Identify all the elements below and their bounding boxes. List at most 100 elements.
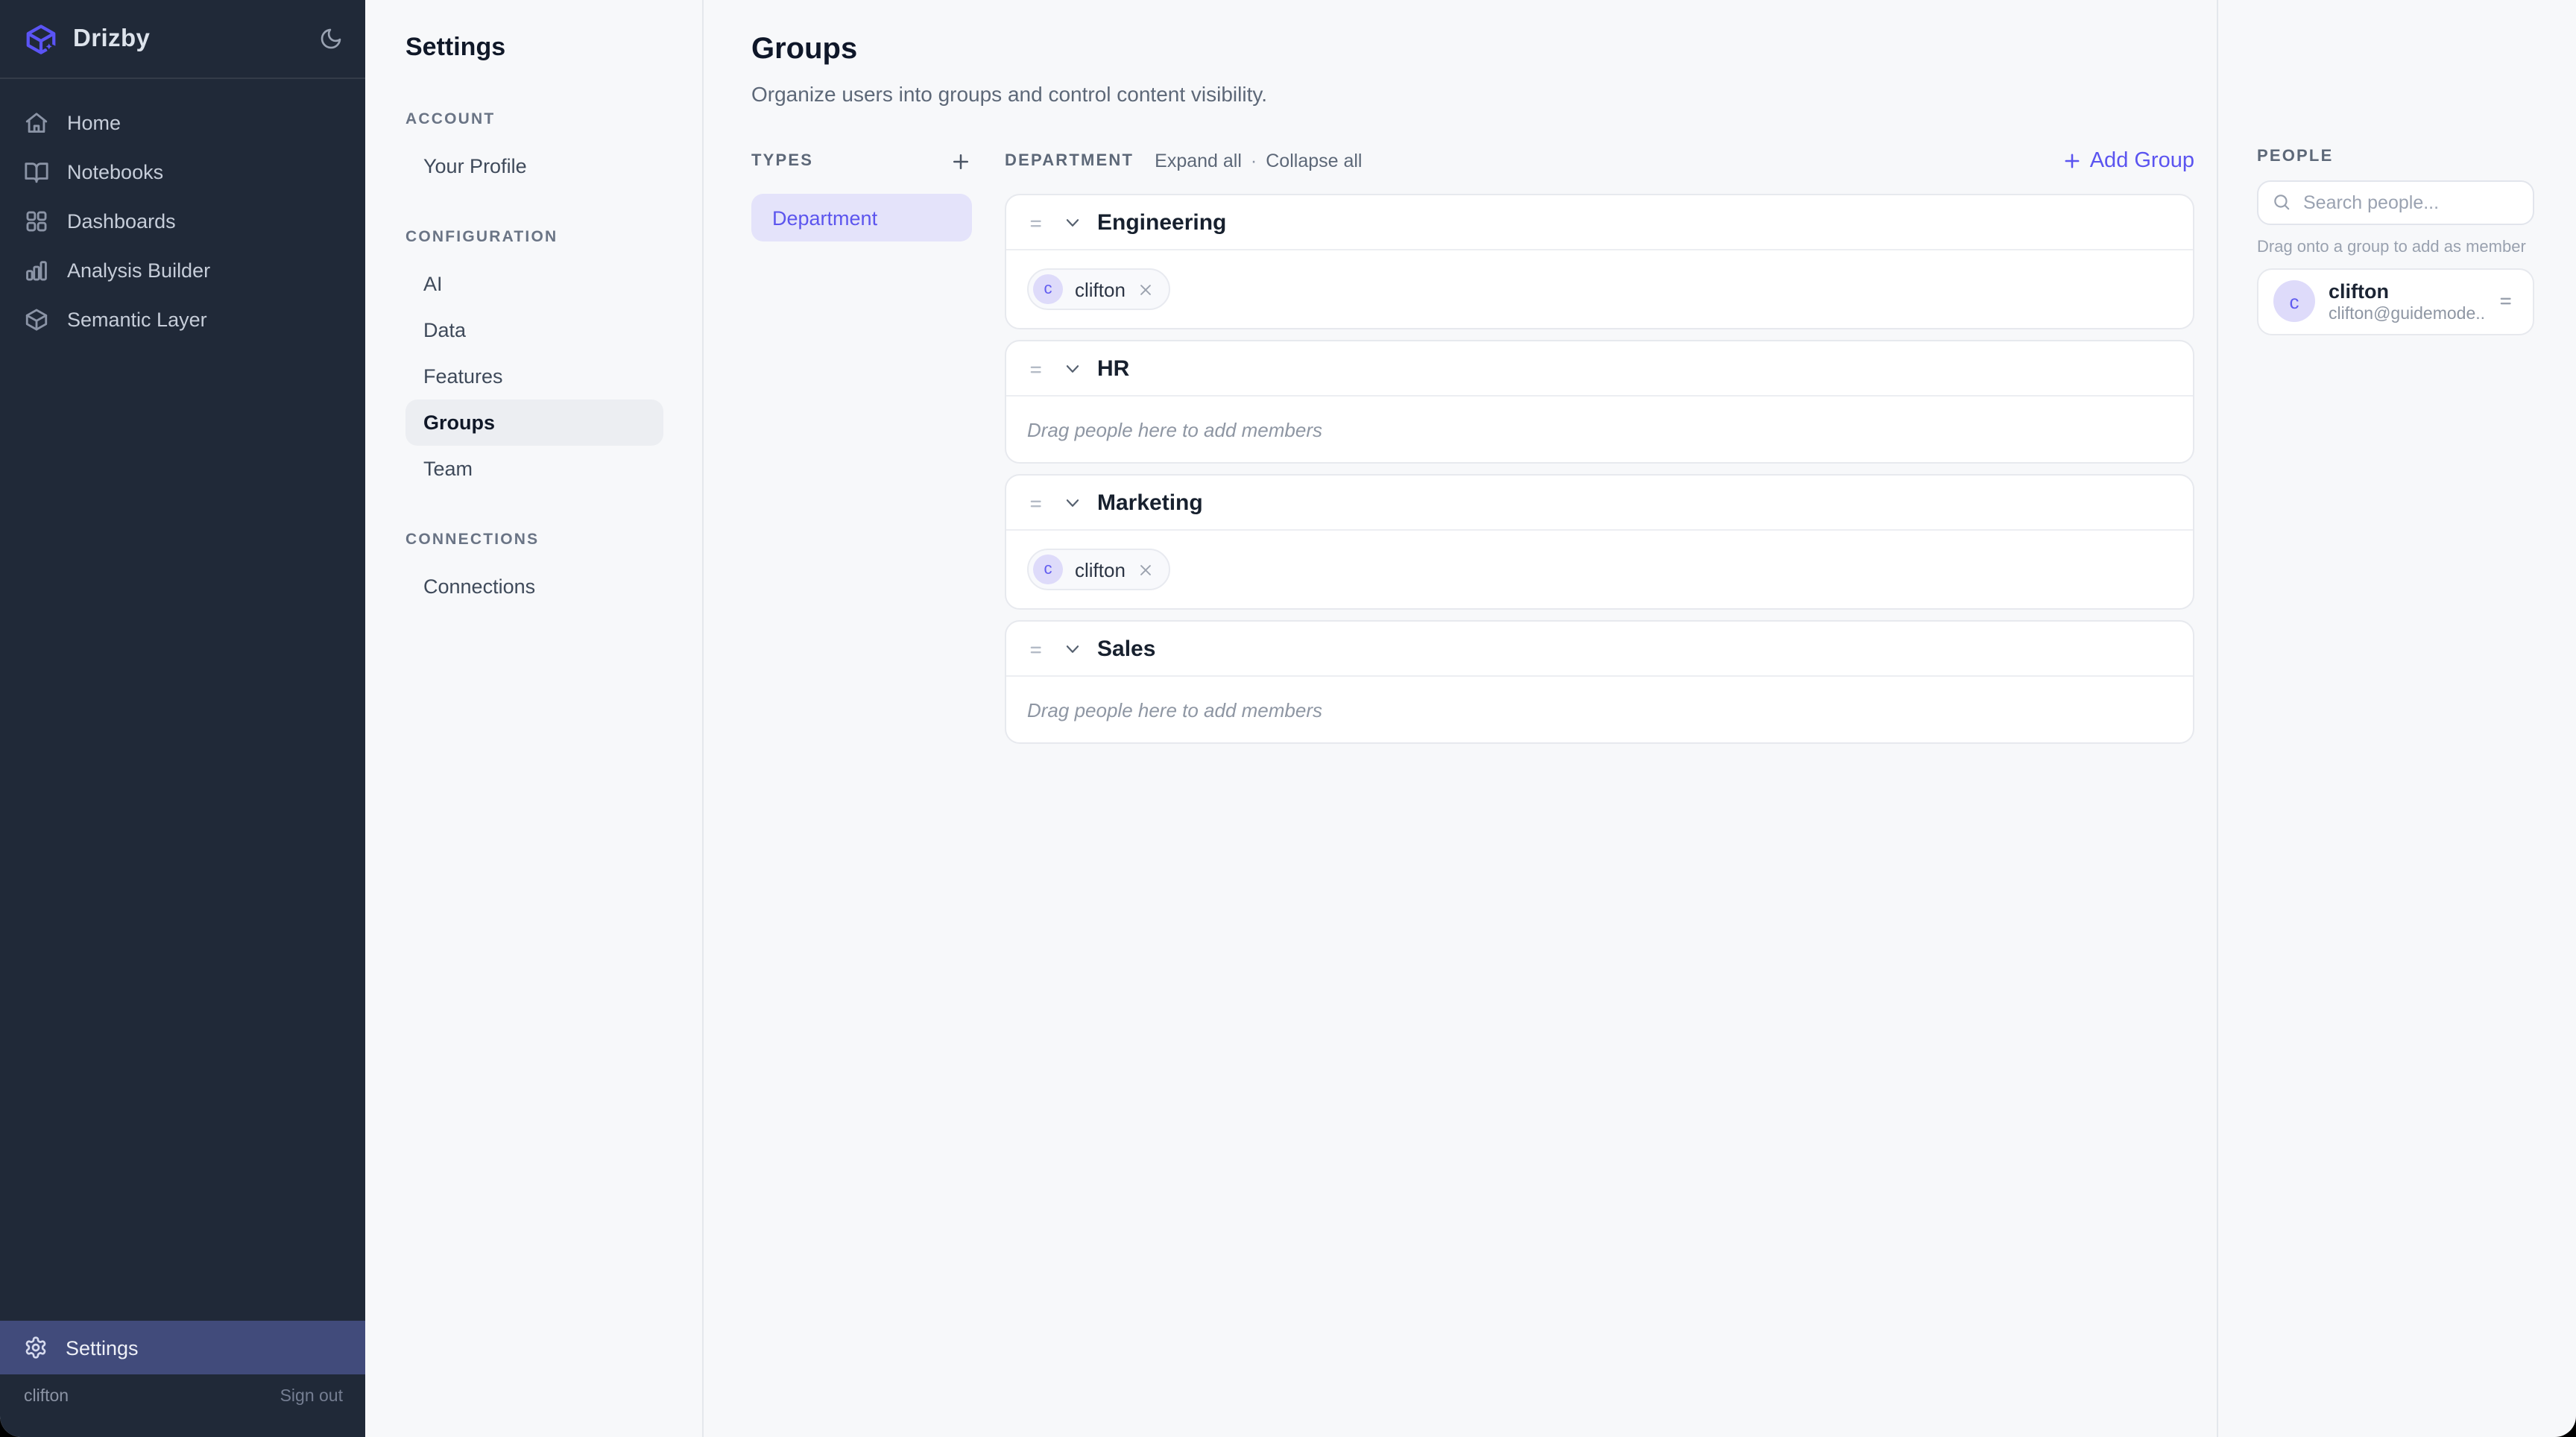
group-drag-handle[interactable] bbox=[1027, 639, 1048, 660]
group-members: c clifton bbox=[1006, 250, 2193, 328]
group-card-engineering: Engineering c clifton bbox=[1005, 194, 2194, 329]
settings-nav-title: Settings bbox=[405, 33, 663, 63]
sidebar-item-analysis-builder[interactable]: Analysis Builder bbox=[0, 246, 365, 295]
settings-nav-item-groups[interactable]: Groups bbox=[405, 399, 663, 446]
settings-sections: ACCOUNT Your Profile CONFIGURATION AIDataFe… bbox=[405, 110, 663, 610]
brand[interactable]: Drizby bbox=[24, 22, 150, 56]
add-group-button[interactable]: Add Group bbox=[2062, 149, 2194, 173]
add-type-button[interactable] bbox=[950, 150, 972, 172]
remove-member-button[interactable] bbox=[1137, 281, 1154, 297]
people-search bbox=[2257, 180, 2534, 225]
chevron-down-icon bbox=[1063, 359, 1082, 379]
department-column: DEPARTMENT Expand all · Collapse all Add… bbox=[1005, 145, 2194, 754]
section-label-configuration: CONFIGURATION bbox=[405, 228, 663, 246]
app-title: Drizby bbox=[73, 25, 150, 53]
sidebar-item-label: Home bbox=[67, 112, 121, 134]
group-name: Marketing bbox=[1097, 490, 1203, 516]
moon-icon bbox=[319, 27, 343, 51]
page-subtitle: Organize users into groups and control c… bbox=[751, 82, 2194, 106]
group-collapse-toggle[interactable] bbox=[1063, 493, 1082, 513]
group-collapse-toggle[interactable] bbox=[1063, 639, 1082, 659]
plus-icon bbox=[2062, 151, 2083, 171]
sidebar-item-semantic-layer[interactable]: Semantic Layer bbox=[0, 295, 365, 344]
settings-nav-item-team[interactable]: Team bbox=[405, 446, 663, 492]
section-label-account: ACCOUNT bbox=[405, 110, 663, 128]
settings-nav-item-connections[interactable]: Connections bbox=[405, 563, 663, 610]
group-drag-handle[interactable] bbox=[1027, 212, 1048, 233]
types-list: Department bbox=[751, 194, 972, 241]
member-chip-clifton[interactable]: c clifton bbox=[1027, 268, 1170, 310]
chevron-down-icon bbox=[1063, 639, 1082, 659]
group-header: Engineering bbox=[1006, 195, 2193, 249]
settings-nav-item-your-profile[interactable]: Your Profile bbox=[405, 143, 663, 189]
people-panel: PEOPLE Drag onto a group to add as membe… bbox=[2218, 0, 2576, 1437]
chevron-down-icon bbox=[1063, 213, 1082, 233]
group-drag-handle[interactable] bbox=[1027, 359, 1048, 379]
collapse-all-link[interactable]: Collapse all bbox=[1266, 151, 1362, 171]
sidebar-item-label: Notebooks bbox=[67, 161, 163, 183]
close-icon bbox=[1137, 561, 1154, 578]
sidebar-item-notebooks[interactable]: Notebooks bbox=[0, 148, 365, 197]
group-drag-handle[interactable] bbox=[1027, 493, 1048, 514]
search-people-input[interactable] bbox=[2257, 180, 2534, 225]
person-card-clifton[interactable]: ccliftonclifton@guidemode.... bbox=[2257, 268, 2534, 335]
plus-icon bbox=[950, 150, 972, 172]
drag-handle-icon bbox=[1027, 212, 1048, 233]
settings-nav-item-features[interactable]: Features bbox=[405, 353, 663, 399]
gear-icon bbox=[24, 1336, 48, 1359]
person-email: clifton@guidemode.... bbox=[2329, 306, 2484, 323]
sidebar-item-settings[interactable]: Settings bbox=[0, 1321, 365, 1374]
member-name: clifton bbox=[1075, 278, 1126, 300]
page-title: Groups bbox=[751, 33, 2194, 67]
group-header: Marketing bbox=[1006, 476, 2193, 529]
sidebar-settings-label: Settings bbox=[66, 1336, 139, 1359]
sidebar-item-label: Dashboards bbox=[67, 210, 176, 233]
person-drag-handle[interactable] bbox=[2497, 291, 2518, 312]
sidebar-item-dashboards[interactable]: Dashboards bbox=[0, 197, 365, 246]
semantic-icon bbox=[24, 307, 49, 332]
group-card-hr: HR Drag people here to add members bbox=[1005, 340, 2194, 464]
group-collapse-toggle[interactable] bbox=[1063, 213, 1082, 233]
sidebar-item-label: Analysis Builder bbox=[67, 259, 210, 282]
group-collapse-toggle[interactable] bbox=[1063, 359, 1082, 379]
link-separator: · bbox=[1251, 151, 1257, 171]
avatar: c bbox=[1033, 555, 1063, 584]
expand-all-link[interactable]: Expand all bbox=[1155, 151, 1242, 171]
avatar: c bbox=[1033, 274, 1063, 304]
member-chip-clifton[interactable]: cclifton bbox=[1027, 549, 1170, 590]
signout-link[interactable]: Sign out bbox=[280, 1388, 343, 1406]
group-header: HR bbox=[1006, 341, 2193, 395]
group-card-sales: SalesDrag people here to add members bbox=[1005, 620, 2194, 744]
group-name: HR bbox=[1097, 356, 1129, 382]
settings-nav-item-data[interactable]: Data bbox=[405, 307, 663, 353]
settings-nav-item-ai[interactable]: AI bbox=[405, 261, 663, 307]
footer-username: clifton bbox=[24, 1388, 69, 1406]
search-icon bbox=[2272, 192, 2291, 212]
group-members: cclifton bbox=[1006, 531, 2193, 608]
type-pill-department[interactable]: Department bbox=[751, 194, 972, 241]
people-list: ccliftonclifton@guidemode.... bbox=[2257, 268, 2534, 335]
group-empty-hint: Drag people here to add members bbox=[1027, 419, 1322, 441]
remove-member-button[interactable] bbox=[1137, 561, 1154, 578]
home-icon bbox=[24, 110, 49, 136]
drag-handle-icon bbox=[1027, 359, 1048, 379]
group-header: Sales bbox=[1006, 622, 2193, 675]
people-header: PEOPLE bbox=[2257, 148, 2534, 165]
group-name: Engineering bbox=[1097, 210, 1226, 236]
types-column: TYPES Department bbox=[751, 145, 972, 754]
person-name: clifton bbox=[2329, 280, 2484, 306]
main-panel: Groups Organize users into groups and co… bbox=[704, 0, 2218, 1437]
chevron-down-icon bbox=[1063, 493, 1082, 513]
drizby-logo-icon bbox=[24, 22, 58, 56]
groups-list: EngineeringccliftonHRDrag people here to… bbox=[1005, 194, 2194, 744]
sidebar-nav: Home Notebooks Dashboards Analysis Builder S… bbox=[0, 79, 365, 1321]
settings-nav: Settings ACCOUNT Your Profile CONFIGURATIO… bbox=[365, 0, 704, 1437]
section-label-connections: CONNECTIONS bbox=[405, 531, 663, 549]
primary-sidebar: Drizby Home Notebooks Dashboards Analysis B… bbox=[0, 0, 365, 1437]
drag-handle-icon bbox=[2497, 291, 2518, 312]
dark-mode-toggle[interactable] bbox=[319, 27, 343, 51]
group-name: Sales bbox=[1097, 637, 1155, 662]
analysis-icon bbox=[24, 258, 49, 283]
sidebar-item-home[interactable]: Home bbox=[0, 98, 365, 148]
types-header: TYPES bbox=[751, 152, 813, 170]
